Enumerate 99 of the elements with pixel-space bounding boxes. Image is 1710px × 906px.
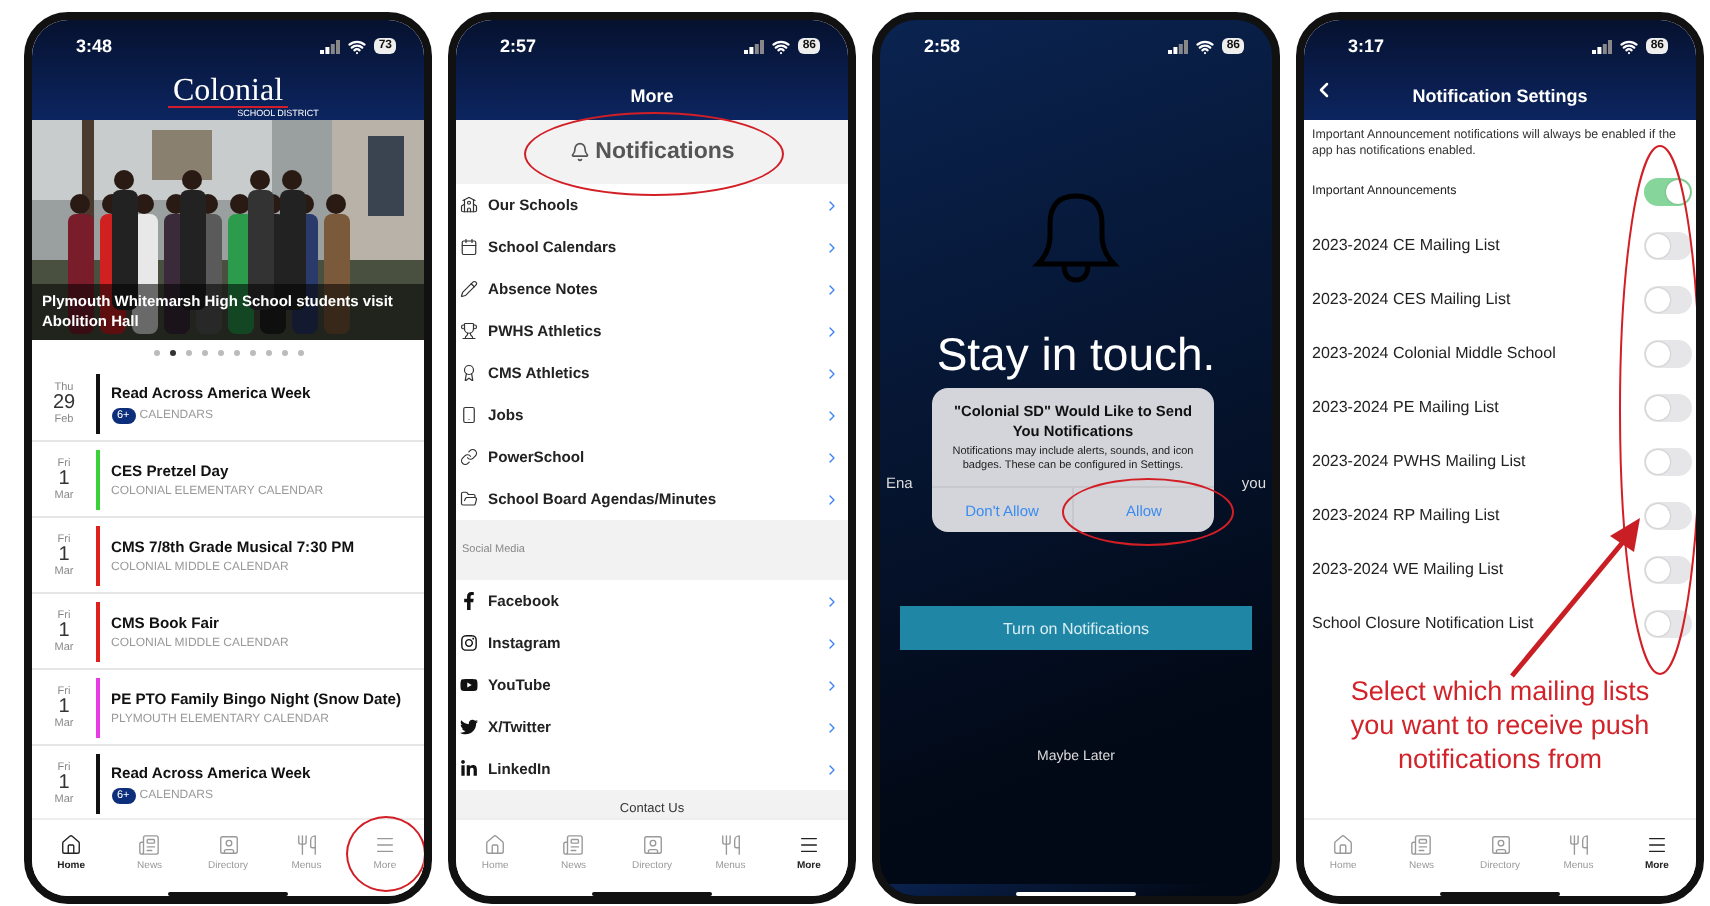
twitter-icon xyxy=(460,718,478,736)
menu-icon xyxy=(1645,833,1668,855)
wifi-icon xyxy=(1620,37,1639,55)
logo-name: Colonial xyxy=(168,75,288,107)
event-day: 1 xyxy=(58,773,70,793)
carousel-dot[interactable] xyxy=(185,350,191,356)
home-indicator xyxy=(1440,892,1560,896)
event-day: 29 xyxy=(52,393,76,413)
event-day: 1 xyxy=(58,469,70,489)
signal-icon xyxy=(320,39,341,53)
signal-icon xyxy=(1592,39,1613,53)
signal-icon xyxy=(1168,39,1189,53)
toggle-switch[interactable] xyxy=(1644,339,1692,367)
setting-label: 2023-2024 CE Mailing List xyxy=(1312,236,1502,254)
medal-icon xyxy=(460,364,478,382)
carousel-dot[interactable] xyxy=(217,350,223,356)
annotation-text: Select which mailing lists you want to receive push notifications from xyxy=(1348,674,1652,776)
status-time: 2:57 xyxy=(500,36,539,56)
phone-icon xyxy=(460,406,478,424)
home-icon xyxy=(60,833,83,855)
utensils-icon xyxy=(295,833,318,855)
calendar-icon xyxy=(460,238,478,256)
newspaper-icon xyxy=(138,833,161,855)
chevron-icon xyxy=(824,239,840,255)
wifi-icon xyxy=(348,37,367,55)
setting-label: 2023-2024 Colonial Middle School xyxy=(1312,344,1558,362)
toggle-switch[interactable] xyxy=(1644,555,1692,583)
setting-label: 2023-2024 PWHS Mailing List xyxy=(1312,452,1528,470)
chevron-icon xyxy=(824,761,840,777)
home-indicator xyxy=(1016,892,1136,896)
event-day: 1 xyxy=(58,621,70,641)
chevron-icon xyxy=(824,407,840,423)
bell-icon xyxy=(569,142,590,162)
utensils-icon xyxy=(1567,833,1590,855)
facebook-icon xyxy=(460,592,478,610)
event-day: 1 xyxy=(58,697,70,717)
chevron-icon xyxy=(824,593,840,609)
toggle-switch[interactable] xyxy=(1644,231,1692,259)
status-time: 3:48 xyxy=(76,36,115,56)
screen-title: More xyxy=(630,86,674,106)
chevron-icon xyxy=(824,281,840,297)
screen-title: Notification Settings xyxy=(1412,86,1588,106)
toggle-switch[interactable] xyxy=(1644,447,1692,475)
carousel-dot[interactable] xyxy=(281,350,287,356)
carousel-dot[interactable] xyxy=(153,350,159,356)
chevron-icon xyxy=(824,197,840,213)
turn-on-notifications-button[interactable]: Turn on Notifications xyxy=(900,606,1252,650)
wifi-icon xyxy=(772,37,791,55)
chevron-icon xyxy=(824,677,840,693)
newspaper-icon xyxy=(562,833,585,855)
home-indicator xyxy=(592,892,712,896)
link-icon xyxy=(460,448,478,466)
carousel-dot[interactable] xyxy=(169,350,175,356)
home-icon xyxy=(484,833,507,855)
menu-icon xyxy=(797,833,820,855)
setting-label: 2023-2024 CES Mailing List xyxy=(1312,290,1513,308)
chevron-icon xyxy=(824,491,840,507)
contact-card-icon xyxy=(217,833,239,855)
setting-label: 2023-2024 PE Mailing List xyxy=(1312,398,1501,416)
contact-card-icon xyxy=(641,833,663,855)
home-indicator xyxy=(168,892,288,896)
toggle-switch[interactable] xyxy=(1644,393,1692,421)
setting-label: School Closure Notification List xyxy=(1312,614,1536,632)
chevron-icon xyxy=(824,635,840,651)
status-time: 2:58 xyxy=(924,36,963,56)
menu-icon xyxy=(373,833,396,855)
setting-label: 2023-2024 RP Mailing List xyxy=(1312,506,1502,524)
trophy-icon xyxy=(460,322,478,340)
carousel-dot[interactable] xyxy=(249,350,255,356)
chevron-icon xyxy=(824,323,840,339)
newspaper-icon xyxy=(1410,833,1433,855)
signal-icon xyxy=(744,39,765,53)
chevron-icon xyxy=(824,365,840,381)
status-time: 3:17 xyxy=(1348,36,1387,56)
folder-icon xyxy=(460,490,478,508)
contact-card-icon xyxy=(1489,833,1511,855)
utensils-icon xyxy=(719,833,742,855)
school-icon xyxy=(460,196,478,214)
notifications-row[interactable]: Notifications xyxy=(456,120,848,184)
toggle-switch[interactable] xyxy=(1644,177,1692,205)
linkedin-icon xyxy=(460,760,478,778)
instagram-icon xyxy=(460,634,478,652)
carousel-dot[interactable] xyxy=(297,350,303,356)
chevron-icon xyxy=(824,719,840,735)
home-icon xyxy=(1332,833,1355,855)
heading: Stay in touch. xyxy=(936,328,1216,382)
youtube-icon xyxy=(460,676,478,694)
toggle-switch[interactable] xyxy=(1644,501,1692,529)
bell-icon xyxy=(1030,188,1122,284)
chevron-icon xyxy=(824,449,840,465)
carousel-dot[interactable] xyxy=(201,350,207,356)
toggle-switch[interactable] xyxy=(1644,609,1692,637)
event-day: 1 xyxy=(58,545,70,565)
setting-label: 2023-2024 WE Mailing List xyxy=(1312,560,1506,578)
wifi-icon xyxy=(1196,37,1215,55)
carousel-dot[interactable] xyxy=(233,350,239,356)
pencil-icon xyxy=(460,280,478,298)
carousel-dot[interactable] xyxy=(265,350,271,356)
toggle-switch[interactable] xyxy=(1644,285,1692,313)
